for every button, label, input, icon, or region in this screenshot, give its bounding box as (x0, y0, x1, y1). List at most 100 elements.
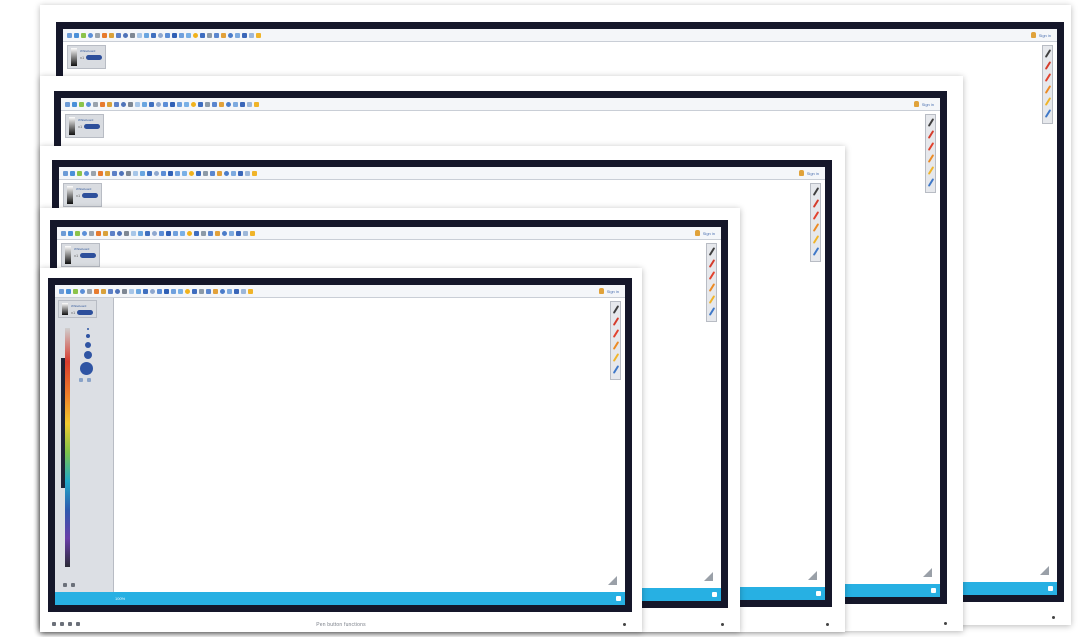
toolbar-tool-icon[interactable] (119, 170, 124, 176)
pen-tool-icon[interactable] (812, 235, 819, 244)
toolbar-tool-icon[interactable] (82, 230, 87, 236)
toolbar-tool-icon[interactable] (178, 288, 183, 294)
pen-tool-icon[interactable] (812, 247, 819, 256)
toolbar-tool-icon[interactable] (213, 288, 218, 294)
toolbar-tool-icon[interactable] (122, 288, 127, 294)
status-page-icon[interactable] (931, 588, 936, 593)
pen-color-swatch[interactable] (65, 246, 71, 264)
pen-tool-icon[interactable] (1044, 61, 1051, 70)
page-corner-icon[interactable] (704, 572, 713, 581)
toolbar-tool-icon[interactable] (210, 170, 215, 176)
pen-size-slider[interactable] (86, 55, 103, 60)
toolbar-tool-icon[interactable] (124, 230, 129, 236)
sign-in-link[interactable]: Sign in (922, 102, 934, 107)
toolbar-tool-icon[interactable] (161, 170, 166, 176)
toolbar-tool-icon[interactable] (172, 32, 177, 38)
toolbar-tool-icon[interactable] (101, 288, 106, 294)
pen-color-swatch[interactable] (71, 48, 77, 66)
pen-color-swatch[interactable] (67, 186, 73, 204)
toolbar-tool-icon[interactable] (59, 288, 64, 294)
account-area[interactable]: Sign in (798, 169, 819, 177)
pen-tool-icon[interactable] (708, 307, 715, 316)
toolbar-tool-icon[interactable] (240, 101, 245, 107)
toolbar-tool-icon[interactable] (249, 32, 254, 38)
toolbar-tool-icon[interactable] (186, 32, 191, 38)
pen-tool-icon[interactable] (812, 187, 819, 196)
pen-tool-icon[interactable] (927, 142, 934, 151)
toolbar-tool-icon[interactable] (86, 101, 91, 107)
brush-size-5[interactable] (80, 362, 93, 375)
toolbar-tool-icon[interactable] (108, 288, 113, 294)
brush-size-1[interactable] (87, 328, 89, 330)
toolbar-tool-icon[interactable] (143, 288, 148, 294)
sidebar-small-button[interactable] (79, 378, 83, 382)
brush-size-4[interactable] (84, 351, 92, 359)
toolbar-tool-icon[interactable] (68, 230, 73, 236)
toolbar-tool-icon[interactable] (114, 101, 119, 107)
toolbar-tool-icon[interactable] (103, 230, 108, 236)
toolbar-tool-icon[interactable] (131, 230, 136, 236)
pen-tool-icon[interactable] (612, 365, 619, 374)
toolbar-tool-icon[interactable] (81, 32, 86, 38)
pen-tool-icon[interactable] (1044, 97, 1051, 106)
brush-size-2[interactable] (86, 334, 90, 338)
toolbar-tool-icon[interactable] (201, 230, 206, 236)
toolbar-tool-icon[interactable] (199, 288, 204, 294)
toolbar-tool-icon[interactable] (250, 230, 255, 236)
status-page-icon[interactable] (1048, 586, 1053, 591)
toolbar-tool-icon[interactable] (63, 170, 68, 176)
pen-color-swatch[interactable] (69, 117, 75, 135)
toolbar-tool-icon[interactable] (116, 32, 121, 38)
toolbar-tool-icon[interactable] (100, 101, 105, 107)
pen-size-slider[interactable] (82, 193, 99, 198)
pen-tool-icon[interactable] (708, 295, 715, 304)
toolbar-tool-icon[interactable] (74, 32, 79, 38)
toolbar-tool-icon[interactable] (136, 288, 141, 294)
toolbar-tool-icon[interactable] (129, 288, 134, 294)
toolbar-tool-icon[interactable] (158, 32, 163, 38)
toolbar-tool-icon[interactable] (107, 101, 112, 107)
pen-tool-icon[interactable] (708, 247, 715, 256)
toolbar-tool-icon[interactable] (184, 101, 189, 107)
toolbar-tool-icon[interactable] (142, 101, 147, 107)
pen-tool-icon[interactable] (927, 118, 934, 127)
pen-tool-icon[interactable] (927, 166, 934, 175)
toolbar-tool-icon[interactable] (152, 230, 157, 236)
toolbar-tool-icon[interactable] (217, 170, 222, 176)
toolbar-tool-icon[interactable] (254, 101, 259, 107)
toolbar-tool-icon[interactable] (96, 230, 101, 236)
toolbar-tool-icon[interactable] (130, 32, 135, 38)
toolbar-tool-icon[interactable] (156, 101, 161, 107)
toolbar-tool-icon[interactable] (65, 101, 70, 107)
toolbar-tool-icon[interactable] (187, 230, 192, 236)
toolbar-tool-icon[interactable] (193, 32, 198, 38)
toolbar-tool-icon[interactable] (226, 101, 231, 107)
toolbar-tool-icon[interactable] (256, 32, 261, 38)
pen-tool-icon[interactable] (927, 130, 934, 139)
toolbar-tool-icon[interactable] (140, 170, 145, 176)
toolbar-tool-icon[interactable] (109, 32, 114, 38)
toolbar-tool-icon[interactable] (159, 230, 164, 236)
toolbar-tool-icon[interactable] (185, 288, 190, 294)
toolbar-tool-icon[interactable] (233, 101, 238, 107)
toolbar-tool-icon[interactable] (102, 32, 107, 38)
brush-size-3[interactable] (85, 342, 91, 348)
toolbar-tool-icon[interactable] (110, 230, 115, 236)
toolbar-tool-icon[interactable] (207, 32, 212, 38)
pen-size-slider[interactable] (84, 124, 101, 129)
toolbar-tool-icon[interactable] (245, 170, 250, 176)
toolbar-tool-icon[interactable] (177, 101, 182, 107)
toolbar-tool-icon[interactable] (231, 170, 236, 176)
account-area[interactable]: Sign in (913, 100, 934, 108)
toolbar-tool-icon[interactable] (94, 288, 99, 294)
pen-color-swatch[interactable] (62, 303, 68, 315)
toolbar-tool-icon[interactable] (133, 170, 138, 176)
toolbar-tool-icon[interactable] (208, 230, 213, 236)
toolbar-tool-icon[interactable] (194, 230, 199, 236)
toolbar-tool-icon[interactable] (235, 32, 240, 38)
toolbar-tool-icon[interactable] (67, 32, 72, 38)
color-spectrum-slider[interactable] (65, 328, 70, 567)
toolbar-tool-icon[interactable] (75, 230, 80, 236)
toolbar-tool-icon[interactable] (171, 288, 176, 294)
toolbar-tool-icon[interactable] (221, 32, 226, 38)
